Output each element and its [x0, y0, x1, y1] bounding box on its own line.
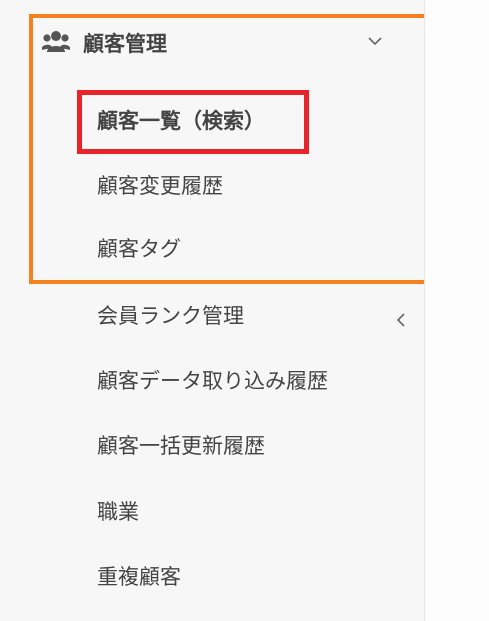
sidebar-item-duplicate-customers[interactable]: 重複顧客 [97, 567, 181, 588]
sidebar-item-customer-list-search[interactable]: 顧客一覧（検索） [77, 90, 309, 154]
sidebar-item-label: 顧客一覧（検索） [97, 109, 265, 133]
sidebar: 顧客管理 顧客一覧（検索） 顧客変更履歴 顧客タグ 会員ランク管理 顧客データ取… [0, 0, 431, 621]
content-area-edge [424, 0, 489, 621]
sidebar-item-customer-bulk-update-history[interactable]: 顧客一括更新履歴 [97, 436, 265, 457]
sidebar-item-occupation[interactable]: 職業 [97, 502, 139, 523]
chevron-left-icon[interactable] [396, 313, 406, 327]
chevron-down-icon[interactable] [368, 36, 382, 46]
sidebar-item-member-rank-management[interactable]: 会員ランク管理 [97, 306, 244, 327]
sidebar-group-customer-management[interactable]: 顧客管理 [38, 24, 398, 64]
users-icon [42, 31, 70, 52]
sidebar-item-customer-data-import-history[interactable]: 顧客データ取り込み履歴 [97, 371, 328, 392]
sidebar-item-customer-tags[interactable]: 顧客タグ [97, 239, 181, 260]
sidebar-item-customer-change-history[interactable]: 顧客変更履歴 [97, 176, 223, 197]
sidebar-group-label: 顧客管理 [83, 32, 167, 56]
